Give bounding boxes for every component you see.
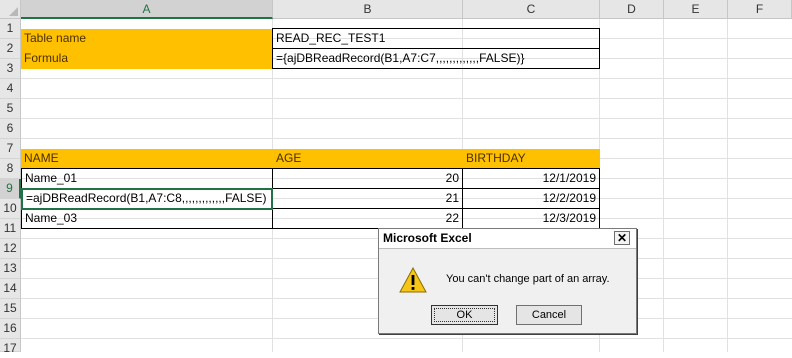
- cancel-button[interactable]: Cancel: [516, 305, 582, 325]
- ok-button[interactable]: OK: [431, 305, 498, 325]
- gridline: [21, 138, 792, 139]
- row-header-8[interactable]: 8: [0, 159, 21, 179]
- column-header-a[interactable]: A: [21, 0, 273, 19]
- cell-b8[interactable]: 20: [272, 168, 463, 189]
- cell-a9-editing[interactable]: =ajDBReadRecord(B1,A7:C8,,,,,,,,,,,,,FAL…: [21, 188, 273, 210]
- cell-a8[interactable]: Name_01: [21, 168, 273, 189]
- column-header-f[interactable]: F: [728, 0, 792, 19]
- row-header-7[interactable]: 7: [0, 139, 21, 159]
- column-header-c[interactable]: C: [463, 0, 600, 19]
- row-header-14[interactable]: 14: [0, 279, 21, 299]
- cell-c9[interactable]: 12/2/2019: [462, 188, 600, 209]
- warning-icon: [399, 267, 427, 293]
- row-header-13[interactable]: 13: [0, 259, 21, 279]
- error-dialog: Microsoft Excel ✕ You can't change part …: [378, 228, 637, 334]
- row-header-1[interactable]: 1: [0, 19, 21, 39]
- row-header-6[interactable]: 6: [0, 119, 21, 139]
- gridline: [21, 338, 792, 339]
- gridline: [663, 19, 664, 352]
- gridline: [727, 19, 728, 352]
- cell-b7[interactable]: AGE: [273, 149, 463, 169]
- dialog-message: You can't change part of an array.: [446, 273, 610, 285]
- row-header-15[interactable]: 15: [0, 299, 21, 319]
- column-header-d[interactable]: D: [600, 0, 664, 19]
- cell-b1[interactable]: READ_REC_TEST1: [272, 28, 600, 49]
- cell-a2[interactable]: Formula: [21, 49, 273, 69]
- cell-b9[interactable]: 21: [272, 188, 463, 209]
- cell-a10[interactable]: Name_03: [21, 208, 273, 229]
- cell-a7[interactable]: NAME: [21, 149, 273, 169]
- cell-b2[interactable]: ={ajDBReadRecord(B1,A7:C7,,,,,,,,,,,,,FA…: [272, 48, 600, 69]
- cell-c7[interactable]: BIRTHDAY: [463, 149, 600, 169]
- gridline: [21, 78, 792, 79]
- select-all-corner[interactable]: [0, 0, 21, 19]
- row-header-9[interactable]: 9: [0, 179, 21, 199]
- row-header-17[interactable]: 17: [0, 339, 21, 355]
- row-header-16[interactable]: 16: [0, 319, 21, 339]
- row-header-5[interactable]: 5: [0, 99, 21, 119]
- cell-c8[interactable]: 12/1/2019: [462, 168, 600, 189]
- row-header-2[interactable]: 2: [0, 39, 21, 59]
- close-icon[interactable]: ✕: [614, 231, 630, 245]
- row-header-4[interactable]: 4: [0, 79, 21, 99]
- cell-c10[interactable]: 12/3/2019: [462, 208, 600, 229]
- gridline: [21, 98, 792, 99]
- row-header-3[interactable]: 3: [0, 59, 21, 79]
- dialog-title: Microsoft Excel: [379, 229, 636, 249]
- row-header-11[interactable]: 11: [0, 219, 21, 239]
- cell-a1[interactable]: Table name: [21, 29, 273, 49]
- gridline: [21, 118, 792, 119]
- row-header-12[interactable]: 12: [0, 239, 21, 259]
- cell-b10[interactable]: 22: [272, 208, 463, 229]
- row-header-10[interactable]: 10: [0, 199, 21, 219]
- column-header-b[interactable]: B: [273, 0, 463, 19]
- column-header-e[interactable]: E: [664, 0, 728, 19]
